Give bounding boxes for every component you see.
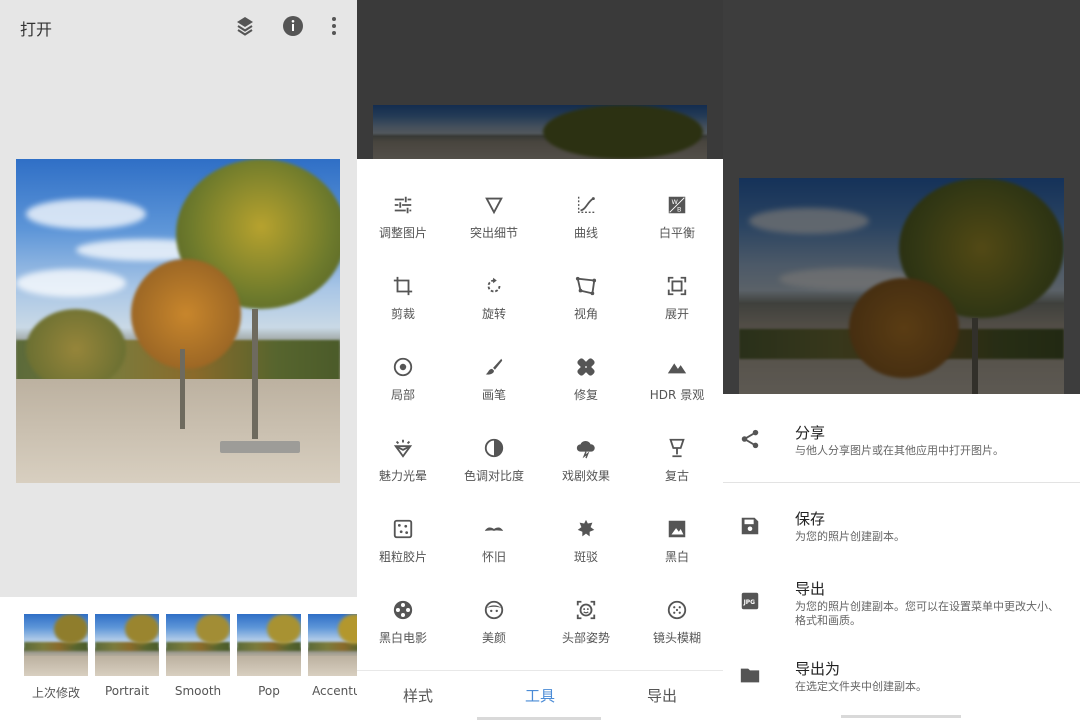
healing-icon — [577, 358, 595, 376]
open-button[interactable]: 打开 — [20, 16, 52, 40]
tool-brush[interactable]: 画笔 — [448, 321, 540, 402]
noir-icon — [393, 600, 413, 620]
svg-text:JPG: JPG — [743, 599, 756, 606]
dimmed-overlay — [723, 0, 1080, 394]
jpg-icon: JPG — [741, 592, 759, 610]
tools-grid: 调整图片 突出细节 曲线 WB 白平衡 剪裁 旋转 视角 展开 局部 画笔 修复… — [357, 159, 723, 670]
tab-export[interactable]: 导出 — [601, 685, 723, 706]
crop-icon — [393, 276, 413, 296]
look-label: Portrait — [104, 684, 150, 698]
photo-preview — [739, 178, 1064, 394]
bottom-tab-bar: 样式 工具 导出 — [357, 670, 723, 720]
share-icon — [741, 429, 759, 449]
menu-item-title: 分享 — [795, 424, 826, 442]
export-screen: 分享 与他人分享图片或在其他应用中打开图片。 保存 为您的照片创建副本。 JPG… — [723, 0, 1080, 720]
photo-preview — [16, 159, 340, 483]
tab-tools[interactable]: 工具 — [479, 685, 601, 706]
menu-item-title: 导出 — [795, 580, 826, 598]
tool-perspective[interactable]: 视角 — [540, 240, 632, 321]
folder-icon — [740, 668, 760, 683]
tune-icon — [394, 196, 412, 214]
top-bar: 打开 — [0, 0, 357, 54]
tool-glamour-glow[interactable]: 魅力光晕 — [357, 402, 449, 483]
look-label: Accentua — [312, 684, 357, 698]
retrolux-icon — [484, 527, 504, 531]
grainy-film-icon — [393, 519, 413, 539]
menu-item-title: 保存 — [795, 510, 826, 528]
more-vert-icon[interactable] — [322, 14, 346, 38]
look-thumbnail[interactable]: 上次修改 — [24, 614, 88, 701]
tool-details[interactable]: 突出细节 — [448, 159, 540, 240]
export-menu: 分享 与他人分享图片或在其他应用中打开图片。 保存 为您的照片创建副本。 JPG… — [723, 394, 1080, 720]
grunge-icon — [577, 519, 595, 537]
rotate-icon — [487, 277, 501, 293]
tab-looks[interactable]: 样式 — [357, 685, 479, 706]
gesture-bar — [841, 715, 961, 718]
menu-item-desc: 为您的照片创建副本。您可以在设置菜单中更改大小、格式和画质。 — [795, 600, 1059, 627]
save-icon — [741, 517, 759, 535]
looks-strip: 上次修改 Portrait Smooth Pop Accentua — [0, 597, 357, 720]
tool-grunge[interactable]: 斑驳 — [540, 483, 632, 564]
tool-expand[interactable]: 展开 — [631, 240, 723, 321]
dimmed-overlay — [357, 0, 723, 159]
svg-text:B: B — [677, 205, 681, 213]
tool-lens-blur[interactable]: 镜头模糊 — [631, 564, 723, 645]
tool-healing[interactable]: 修复 — [540, 321, 632, 402]
lens-blur-icon — [667, 600, 687, 620]
tool-crop[interactable]: 剪裁 — [357, 240, 449, 321]
glamour-glow-icon — [393, 439, 413, 458]
black-white-icon — [668, 520, 686, 538]
tonal-contrast-icon — [484, 438, 504, 458]
tool-rotate[interactable]: 旋转 — [448, 240, 540, 321]
tool-drama[interactable]: 戏剧效果 — [540, 402, 632, 483]
tool-retrolux[interactable]: 怀旧 — [448, 483, 540, 564]
details-icon — [485, 197, 503, 215]
white-balance-icon: WB — [668, 196, 686, 213]
tool-head-pose[interactable]: 头部姿势 — [540, 564, 632, 645]
expand-icon — [667, 276, 687, 296]
divider — [723, 482, 1080, 483]
face-icon — [484, 600, 504, 620]
head-pose-icon — [576, 600, 596, 620]
menu-item-share[interactable]: 分享 与他人分享图片或在其他应用中打开图片。 — [723, 394, 1080, 482]
tool-hdr[interactable]: HDR 景观 — [631, 321, 723, 402]
tool-tune[interactable]: 调整图片 — [357, 159, 449, 240]
look-thumbnail[interactable]: Accentua — [308, 614, 357, 698]
menu-item-title: 导出为 — [795, 660, 841, 678]
tool-grainy-film[interactable]: 粗粒胶片 — [357, 483, 449, 564]
hdr-icon — [667, 363, 687, 374]
open-screen: 打开 上次修改 Portrait Smooth Pop Accentu — [0, 0, 357, 720]
info-icon[interactable] — [281, 14, 305, 38]
look-thumbnail[interactable]: Pop — [237, 614, 301, 698]
tool-curves[interactable]: 曲线 — [540, 159, 632, 240]
menu-item-desc: 与他人分享图片或在其他应用中打开图片。 — [795, 444, 1004, 457]
selective-icon — [393, 357, 413, 377]
tool-tonal-contrast[interactable]: 色调对比度 — [448, 402, 540, 483]
tool-vintage[interactable]: 复古 — [631, 402, 723, 483]
brush-icon — [485, 358, 503, 375]
vintage-icon — [669, 438, 685, 458]
look-label: Smooth — [174, 684, 222, 698]
perspective-icon — [575, 276, 597, 296]
tool-selective[interactable]: 局部 — [357, 321, 449, 402]
look-label: 上次修改 — [31, 686, 80, 700]
menu-item-desc: 为您的照片创建副本。 — [795, 530, 905, 543]
look-label: Pop — [258, 684, 280, 698]
tool-white-balance[interactable]: WB 白平衡 — [631, 159, 723, 240]
menu-item-save[interactable]: 保存 为您的照片创建副本。 — [723, 490, 1080, 560]
menu-item-export-as[interactable]: 导出为 在选定文件夹中创建副本。 — [723, 648, 1080, 712]
drama-icon — [576, 441, 595, 459]
tool-black-white[interactable]: 黑白 — [631, 483, 723, 564]
tool-noir[interactable]: 黑白电影 — [357, 564, 449, 645]
menu-item-desc: 在选定文件夹中创建副本。 — [795, 680, 927, 693]
curves-icon — [577, 196, 595, 214]
look-thumbnail[interactable]: Portrait — [95, 614, 159, 698]
tool-face[interactable]: 美颜 — [448, 564, 540, 645]
layers-icon[interactable] — [233, 14, 257, 38]
menu-item-export[interactable]: JPG 导出 为您的照片创建副本。您可以在设置菜单中更改大小、格式和画质。 — [723, 560, 1080, 648]
tools-screen: 调整图片 突出细节 曲线 WB 白平衡 剪裁 旋转 视角 展开 局部 画笔 修复… — [357, 0, 723, 720]
photo-preview — [373, 105, 707, 159]
look-thumbnail[interactable]: Smooth — [166, 614, 230, 698]
